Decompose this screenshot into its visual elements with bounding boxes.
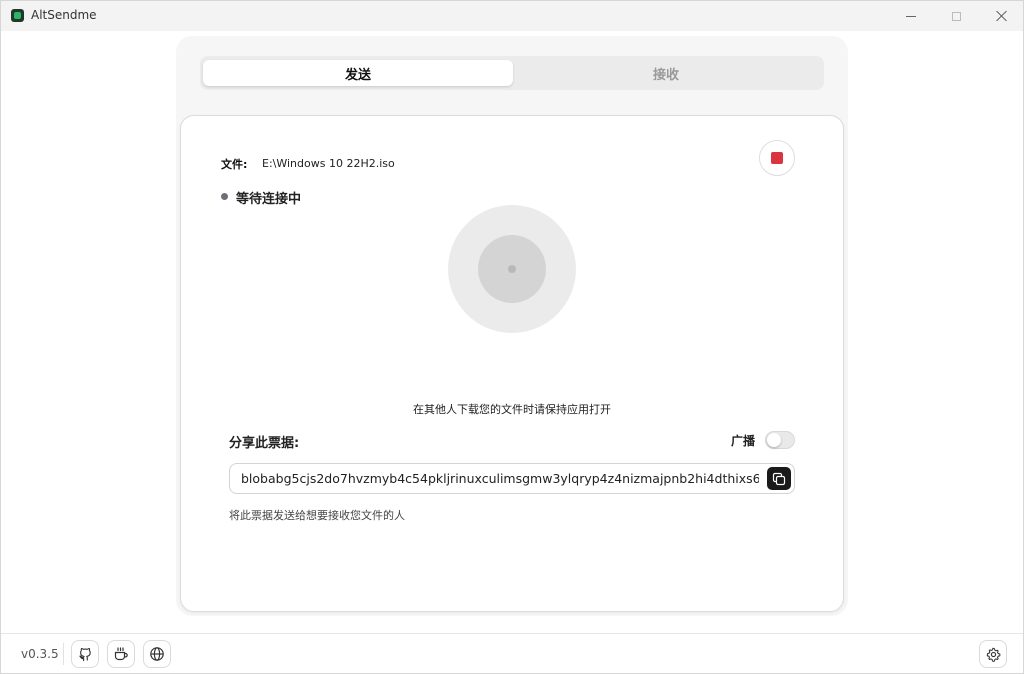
file-label: 文件:: [221, 158, 248, 171]
status-indicator-icon: [221, 193, 228, 200]
globe-icon: [150, 647, 164, 661]
share-ticket-label: 分享此票据:: [229, 436, 300, 451]
stop-sharing-button[interactable]: [759, 140, 795, 176]
tab-send[interactable]: 发送: [203, 60, 513, 86]
copy-icon: [772, 472, 786, 485]
ticket-help-text: 将此票据发送给想要接收您文件的人: [229, 509, 405, 522]
app-version: v0.3.5: [21, 647, 59, 661]
stop-icon: [771, 152, 783, 164]
maximize-button[interactable]: [933, 1, 979, 31]
broadcast-toggle[interactable]: [765, 431, 795, 449]
ticket-value[interactable]: blobabg5cjs2do7hvzmyb4c54pkljrinuxculims…: [241, 471, 759, 486]
mode-tabs: 发送 接收: [200, 56, 824, 90]
settings-button[interactable]: [979, 640, 1007, 668]
donate-coffee-button[interactable]: [107, 640, 135, 668]
maximize-icon: [951, 11, 961, 21]
ticket-field[interactable]: blobabg5cjs2do7hvzmyb4c54pkljrinuxculims…: [229, 463, 795, 494]
tab-receive[interactable]: 接收: [511, 60, 821, 86]
broadcast-label: 广播: [731, 434, 756, 448]
close-icon: [996, 10, 1008, 22]
toggle-knob: [767, 433, 781, 447]
app-logo-icon: [11, 9, 24, 22]
footer-separator: [63, 643, 64, 665]
gear-icon: [986, 647, 1000, 662]
waiting-animation-dot: [508, 265, 516, 273]
github-button[interactable]: [71, 640, 99, 668]
file-name: E:\Windows 10 22H2.iso: [262, 157, 395, 170]
footer-divider: [1, 633, 1023, 634]
github-icon: [78, 647, 91, 661]
minimize-button[interactable]: [888, 1, 934, 31]
language-button[interactable]: [143, 640, 171, 668]
coffee-icon: [114, 647, 128, 661]
window-title: AltSendme: [31, 8, 97, 22]
copy-ticket-button[interactable]: [767, 467, 791, 490]
close-button[interactable]: [979, 1, 1024, 31]
minimize-icon: [906, 15, 916, 17]
connection-status: 等待连接中: [236, 192, 302, 207]
title-bar: AltSendme: [1, 1, 1023, 31]
keep-open-hint: 在其他人下载您的文件时请保持应用打开: [413, 403, 611, 416]
